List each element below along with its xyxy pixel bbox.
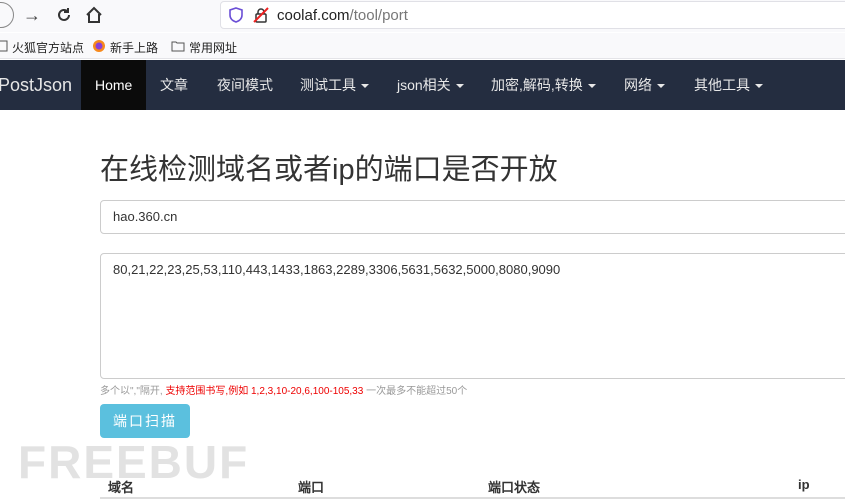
domain-input[interactable]: hao.360.cn [100, 200, 845, 234]
nav-json[interactable]: json相关 [397, 60, 464, 110]
folder-icon [171, 40, 185, 55]
ports-textarea[interactable]: 80,21,22,23,25,53,110,443,1433,1863,2289… [100, 253, 845, 379]
page-icon [0, 40, 8, 55]
forward-icon[interactable]: → [20, 3, 44, 27]
site-brand[interactable]: PostJson [0, 75, 72, 96]
table-header-ip: ip [798, 477, 810, 492]
nav-test-tools[interactable]: 测试工具 [300, 60, 369, 110]
home-icon[interactable] [82, 3, 106, 27]
shield-icon[interactable] [229, 7, 243, 28]
bookmark-firefox-site[interactable]: 火狐官方站点 [0, 39, 84, 56]
nav-other-tools[interactable]: 其他工具 [694, 60, 763, 110]
nav-encode-decode[interactable]: 加密,解码,转换 [491, 60, 596, 110]
caret-down-icon [657, 84, 665, 89]
bookmark-common-sites[interactable]: 常用网址 [171, 39, 237, 56]
ports-hint: 多个以","隔开, 支持范围书写,例如 1,2,3,10-20,6,100-10… [100, 386, 468, 397]
insecure-lock-icon[interactable] [253, 7, 269, 28]
site-navbar: PostJson Home 文章 夜间模式 测试工具 json相关 加密,解码,… [0, 60, 845, 110]
caret-down-icon [755, 84, 763, 89]
caret-down-icon [587, 84, 596, 89]
caret-down-icon [455, 84, 464, 89]
reload-icon[interactable] [52, 3, 76, 27]
port-scan-button[interactable]: 端口扫描 [100, 404, 190, 438]
table-header-port: 端口 [298, 480, 325, 495]
nav-night-mode[interactable]: 夜间模式 [217, 60, 273, 110]
page-title: 在线检测域名或者ip的端口是否开放 [100, 154, 558, 186]
browser-toolbar: → coolaf.com/tool/port [0, 0, 845, 32]
nav-articles[interactable]: 文章 [160, 60, 188, 110]
url-bar[interactable]: coolaf.com/tool/port [220, 1, 845, 29]
url-text[interactable]: coolaf.com/tool/port [277, 7, 408, 24]
nav-network[interactable]: 网络 [624, 60, 665, 110]
firefox-icon [92, 39, 106, 56]
bookmarks-bar: 火狐官方站点 新手上路 常用网址 [0, 33, 845, 59]
table-header-port-status: 端口状态 [488, 480, 541, 495]
caret-down-icon [361, 84, 369, 89]
back-button[interactable] [0, 2, 14, 28]
table-header-domain: 域名 [108, 480, 135, 495]
nav-home[interactable]: Home [81, 60, 147, 110]
bookmark-getting-started[interactable]: 新手上路 [92, 39, 158, 56]
